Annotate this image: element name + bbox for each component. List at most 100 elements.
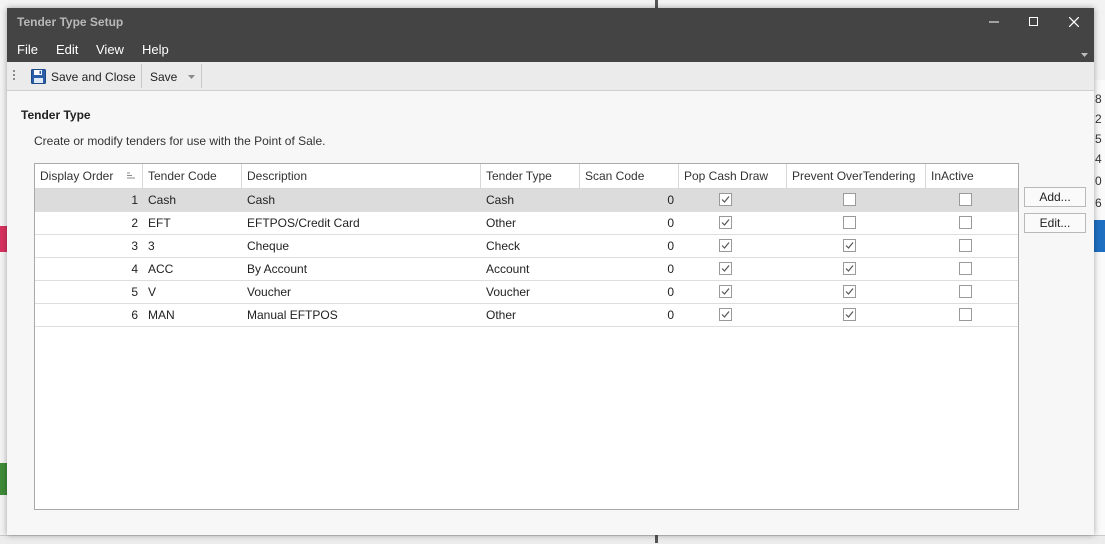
- table-row[interactable]: 4 ACC By Account Account 0: [35, 258, 1018, 281]
- save-disk-icon: [31, 69, 46, 84]
- inactive-checkbox-cell: [926, 189, 1018, 211]
- inactive-checkbox[interactable]: [959, 216, 972, 229]
- description-cell: By Account: [247, 262, 308, 276]
- description-cell: Cheque: [247, 239, 290, 253]
- menu-file[interactable]: File: [17, 42, 38, 57]
- inactive-checkbox-cell: [926, 235, 1018, 257]
- inactive-checkbox[interactable]: [959, 239, 972, 252]
- pop-cash-draw-checkbox[interactable]: [719, 262, 732, 275]
- toolbar-grip-icon[interactable]: [13, 70, 15, 82]
- inactive-checkbox[interactable]: [959, 308, 972, 321]
- tender-type-setup-window: Tender Type Setup File Edit View Help Sa…: [7, 8, 1094, 535]
- column-header-tender-code[interactable]: Tender Code: [143, 164, 242, 188]
- background-glyph: 6: [1095, 196, 1102, 210]
- pop-cash-draw-checkbox-cell: [679, 212, 787, 234]
- window-title: Tender Type Setup: [17, 15, 124, 29]
- save-and-close-label: Save and Close: [51, 69, 136, 84]
- column-header-pop-cash-draw[interactable]: Pop Cash Draw: [679, 164, 787, 188]
- checkmark-icon: [845, 311, 854, 318]
- description-cell: Voucher: [247, 285, 292, 299]
- prevent-overtendering-checkbox[interactable]: [843, 239, 856, 252]
- pop-cash-draw-checkbox-cell: [679, 235, 787, 257]
- tender-type-cell: Check: [486, 239, 521, 253]
- prevent-overtendering-checkbox-cell: [787, 189, 926, 211]
- checkmark-icon: [721, 265, 730, 272]
- description-cell: Cash: [247, 193, 276, 207]
- display-order-cell: 2: [131, 216, 138, 230]
- pop-cash-draw-checkbox[interactable]: [719, 285, 732, 298]
- minimize-button[interactable]: [974, 8, 1014, 36]
- add-button[interactable]: Add...: [1024, 187, 1086, 207]
- toolbar: Save and Close Save: [7, 62, 1094, 91]
- column-header-description[interactable]: Description: [242, 164, 481, 188]
- column-header-inactive[interactable]: InActive: [926, 164, 1018, 188]
- column-header-prevent-overtendering[interactable]: Prevent OverTendering: [787, 164, 926, 188]
- background-glyph: 0: [1095, 174, 1102, 188]
- toolbar-separator: [201, 64, 202, 88]
- grid-header: Display Order Tender Code Description Te…: [35, 164, 1018, 189]
- save-dropdown-button[interactable]: [188, 66, 195, 87]
- content-area: Tender Type Create or modify tenders for…: [7, 91, 1094, 535]
- maximize-button[interactable]: [1014, 8, 1054, 36]
- table-row[interactable]: 5 V Voucher Voucher 0: [35, 281, 1018, 304]
- background-pink-button: [0, 226, 7, 252]
- menu-bar: File Edit View Help: [7, 36, 1094, 62]
- pop-cash-draw-checkbox-cell: [679, 258, 787, 280]
- table-row[interactable]: 3 3 Cheque Check 0: [35, 235, 1018, 258]
- column-header-label: Display Order: [40, 169, 114, 183]
- background-green-button: [0, 463, 7, 495]
- toolbar-separator: [141, 64, 142, 88]
- table-row[interactable]: 2 EFT EFTPOS/Credit Card Other 0: [35, 212, 1018, 235]
- scan-code-cell: 0: [667, 308, 674, 322]
- title-bar[interactable]: Tender Type Setup: [7, 8, 1094, 36]
- column-header-display-order[interactable]: Display Order: [35, 164, 143, 188]
- background-left-strip: [0, 0, 7, 543]
- inactive-checkbox[interactable]: [959, 262, 972, 275]
- pop-cash-draw-checkbox[interactable]: [719, 308, 732, 321]
- checkmark-icon: [721, 288, 730, 295]
- prevent-overtendering-checkbox[interactable]: [843, 216, 856, 229]
- tender-type-cell: Other: [486, 308, 517, 322]
- inactive-checkbox[interactable]: [959, 193, 972, 206]
- background-blue-button: [1094, 220, 1105, 252]
- menu-help[interactable]: Help: [142, 42, 169, 57]
- scan-code-cell: 0: [667, 285, 674, 299]
- chevron-down-icon: [188, 74, 195, 79]
- menu-edit[interactable]: Edit: [56, 42, 78, 57]
- inactive-checkbox-cell: [926, 281, 1018, 303]
- menu-view[interactable]: View: [96, 42, 124, 57]
- close-icon: [1069, 17, 1079, 27]
- table-row[interactable]: 1 Cash Cash Cash 0: [35, 189, 1018, 212]
- checkmark-icon: [721, 196, 730, 203]
- pop-cash-draw-checkbox[interactable]: [719, 216, 732, 229]
- save-label: Save: [150, 69, 178, 84]
- save-button[interactable]: Save: [150, 66, 177, 87]
- prevent-overtendering-checkbox-cell: [787, 258, 926, 280]
- save-and-close-button[interactable]: Save and Close: [31, 66, 136, 87]
- prevent-overtendering-checkbox[interactable]: [843, 285, 856, 298]
- pop-cash-draw-checkbox[interactable]: [719, 239, 732, 252]
- description-cell: Manual EFTPOS: [247, 308, 338, 322]
- column-header-scan-code[interactable]: Scan Code: [580, 164, 679, 188]
- chevron-down-icon[interactable]: [1081, 46, 1088, 60]
- tender-code-cell: V: [148, 285, 157, 299]
- tender-grid[interactable]: Display Order Tender Code Description Te…: [34, 163, 1019, 510]
- prevent-overtendering-checkbox-cell: [787, 304, 926, 326]
- scan-code-cell: 0: [667, 193, 674, 207]
- edit-button[interactable]: Edit...: [1024, 213, 1086, 233]
- pop-cash-draw-checkbox-cell: [679, 189, 787, 211]
- pop-cash-draw-checkbox[interactable]: [719, 193, 732, 206]
- prevent-overtendering-checkbox[interactable]: [843, 193, 856, 206]
- close-button[interactable]: [1054, 8, 1094, 36]
- inactive-checkbox[interactable]: [959, 285, 972, 298]
- tender-type-cell: Other: [486, 216, 517, 230]
- background-divider: [655, 535, 658, 543]
- column-header-tender-type[interactable]: Tender Type: [481, 164, 580, 188]
- prevent-overtendering-checkbox[interactable]: [843, 308, 856, 321]
- scan-code-cell: 0: [667, 239, 674, 253]
- tender-type-cell: Account: [486, 262, 530, 276]
- checkmark-icon: [721, 311, 730, 318]
- table-row[interactable]: 6 MAN Manual EFTPOS Other 0: [35, 304, 1018, 327]
- prevent-overtendering-checkbox[interactable]: [843, 262, 856, 275]
- tender-type-cell: Cash: [486, 193, 515, 207]
